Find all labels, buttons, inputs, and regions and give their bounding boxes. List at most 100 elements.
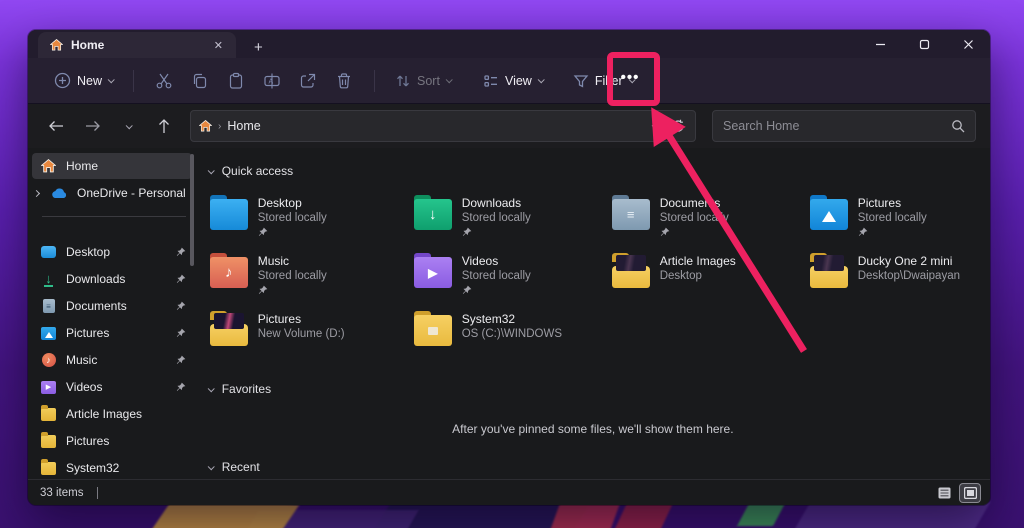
- delete-button[interactable]: [326, 66, 362, 96]
- videos-folder-icon: ▶: [414, 257, 452, 288]
- sidebar-item-system32[interactable]: System32: [32, 455, 192, 479]
- title-bar: Home ✕ +: [28, 30, 990, 58]
- quick-access-tile[interactable]: ≡ Documents Stored locally: [608, 190, 806, 248]
- music-icon: ♪: [40, 352, 57, 369]
- close-button[interactable]: [946, 30, 990, 58]
- quick-access-tile[interactable]: Article Images Desktop: [608, 248, 806, 306]
- music-folder-icon: ♪: [210, 257, 248, 288]
- folder-icon: [40, 460, 57, 477]
- svg-text:A: A: [269, 78, 274, 85]
- pin-icon: [858, 227, 927, 238]
- up-button[interactable]: [150, 112, 178, 140]
- tab-close-icon[interactable]: ✕: [209, 37, 228, 54]
- search-input[interactable]: [723, 119, 951, 133]
- tab-home[interactable]: Home ✕: [38, 32, 236, 58]
- details-view-button[interactable]: [934, 484, 954, 502]
- home-icon: [50, 39, 63, 51]
- address-dropdown-icon[interactable]: [652, 122, 659, 129]
- sidebar-item-onedrive[interactable]: OneDrive - Personal: [32, 180, 192, 206]
- sidebar-item-documents[interactable]: ≡ Documents: [32, 293, 192, 319]
- article-images-folder-icon: [612, 257, 650, 288]
- sidebar-item-home[interactable]: Home: [32, 153, 192, 179]
- pin-icon: [258, 285, 327, 296]
- sidebar-scrollbar[interactable]: [190, 154, 194, 266]
- back-button[interactable]: [42, 112, 70, 140]
- view-button[interactable]: View: [475, 67, 551, 95]
- sidebar-item-pictures-folder[interactable]: Pictures: [32, 428, 192, 454]
- share-button[interactable]: [290, 66, 326, 96]
- breadcrumb: Home: [227, 119, 260, 133]
- collapse-chevron-icon[interactable]: [207, 385, 214, 392]
- collapse-chevron-icon[interactable]: [207, 463, 214, 470]
- toolbar-divider: [133, 70, 134, 92]
- sidebar-divider: [42, 216, 186, 217]
- sidebar-item-desktop[interactable]: Desktop: [32, 239, 192, 265]
- item-count: 33 items: [40, 487, 83, 499]
- sort-button[interactable]: Sort: [387, 67, 459, 95]
- navigation-bar: › Home: [28, 104, 990, 148]
- new-button-label: New: [77, 74, 102, 88]
- documents-icon: ≡: [40, 298, 57, 315]
- sidebar-item-downloads[interactable]: ↓ Downloads: [32, 266, 192, 292]
- navigation-pane: Home OneDrive - Personal Desktop ↓ Downl…: [28, 148, 196, 479]
- copy-button[interactable]: [182, 66, 218, 96]
- desktop-folder-icon: [210, 199, 248, 230]
- new-button[interactable]: New: [46, 66, 121, 95]
- recent-locations-button[interactable]: [114, 112, 142, 140]
- breadcrumb-separator: ›: [218, 121, 221, 132]
- forward-button[interactable]: [78, 112, 106, 140]
- collapse-chevron-icon[interactable]: [207, 167, 214, 174]
- chevron-down-icon: [108, 76, 115, 83]
- quick-access-tile[interactable]: Ducky One 2 mini Desktop\Dwaipayan: [806, 248, 990, 306]
- pin-icon: [174, 328, 186, 338]
- section-favorites[interactable]: Favorites: [208, 378, 980, 400]
- cut-button[interactable]: [146, 66, 182, 96]
- file-explorer-window: Home ✕ + New A: [28, 30, 990, 505]
- paste-button[interactable]: [218, 66, 254, 96]
- quick-access-tile[interactable]: ↓ Downloads Stored locally: [410, 190, 608, 248]
- folder-icon: [40, 406, 57, 423]
- quick-access-tile[interactable]: Pictures New Volume (D:): [206, 306, 410, 364]
- pin-icon: [174, 274, 186, 284]
- chevron-down-icon: [446, 76, 453, 83]
- expand-chevron-icon[interactable]: [34, 191, 42, 196]
- system32-folder-icon: [414, 315, 452, 346]
- status-bar: 33 items: [28, 479, 990, 505]
- rename-button[interactable]: A: [254, 66, 290, 96]
- minimize-button[interactable]: [858, 30, 902, 58]
- refresh-icon[interactable]: [671, 119, 685, 133]
- quick-access-tile[interactable]: Desktop Stored locally: [206, 190, 410, 248]
- pin-icon: [258, 227, 327, 238]
- search-box[interactable]: [712, 110, 976, 142]
- pin-icon: [174, 247, 186, 257]
- home-icon: [40, 158, 57, 175]
- downloads-folder-icon: ↓: [414, 199, 452, 230]
- pin-icon: [462, 285, 531, 296]
- view-button-label: View: [505, 74, 532, 88]
- quick-access-tile[interactable]: System32 OS (C:)\WINDOWS: [410, 306, 608, 364]
- see-more-button[interactable]: •••: [610, 67, 650, 95]
- items-view: Quick access Desktop Stored locally ↓ Do…: [196, 148, 990, 479]
- section-quick-access[interactable]: Quick access: [208, 160, 980, 182]
- address-bar[interactable]: › Home: [190, 110, 696, 142]
- quick-access-tile[interactable]: ▶ Videos Stored locally: [410, 248, 608, 306]
- pictures-d-folder-icon: [210, 315, 248, 346]
- maximize-button[interactable]: [902, 30, 946, 58]
- new-tab-button[interactable]: +: [254, 40, 263, 55]
- section-recent[interactable]: Recent: [208, 456, 980, 478]
- quick-access-tile[interactable]: Pictures Stored locally: [806, 190, 990, 248]
- search-icon[interactable]: [951, 119, 965, 133]
- status-divider: [97, 487, 98, 499]
- documents-folder-icon: ≡: [612, 199, 650, 230]
- pin-icon: [462, 227, 531, 238]
- sidebar-item-pictures[interactable]: Pictures: [32, 320, 192, 346]
- favorites-empty-message: After you've pinned some files, we'll sh…: [206, 422, 980, 436]
- sidebar-item-article-images[interactable]: Article Images: [32, 401, 192, 427]
- sidebar-item-videos[interactable]: ▶ Videos: [32, 374, 192, 400]
- tab-title: Home: [71, 38, 209, 52]
- quick-access-tile[interactable]: ♪ Music Stored locally: [206, 248, 410, 306]
- folder-icon: [40, 433, 57, 450]
- ellipsis-icon: •••: [621, 78, 640, 84]
- sidebar-item-music[interactable]: ♪ Music: [32, 347, 192, 373]
- large-icons-view-button[interactable]: [960, 484, 980, 502]
